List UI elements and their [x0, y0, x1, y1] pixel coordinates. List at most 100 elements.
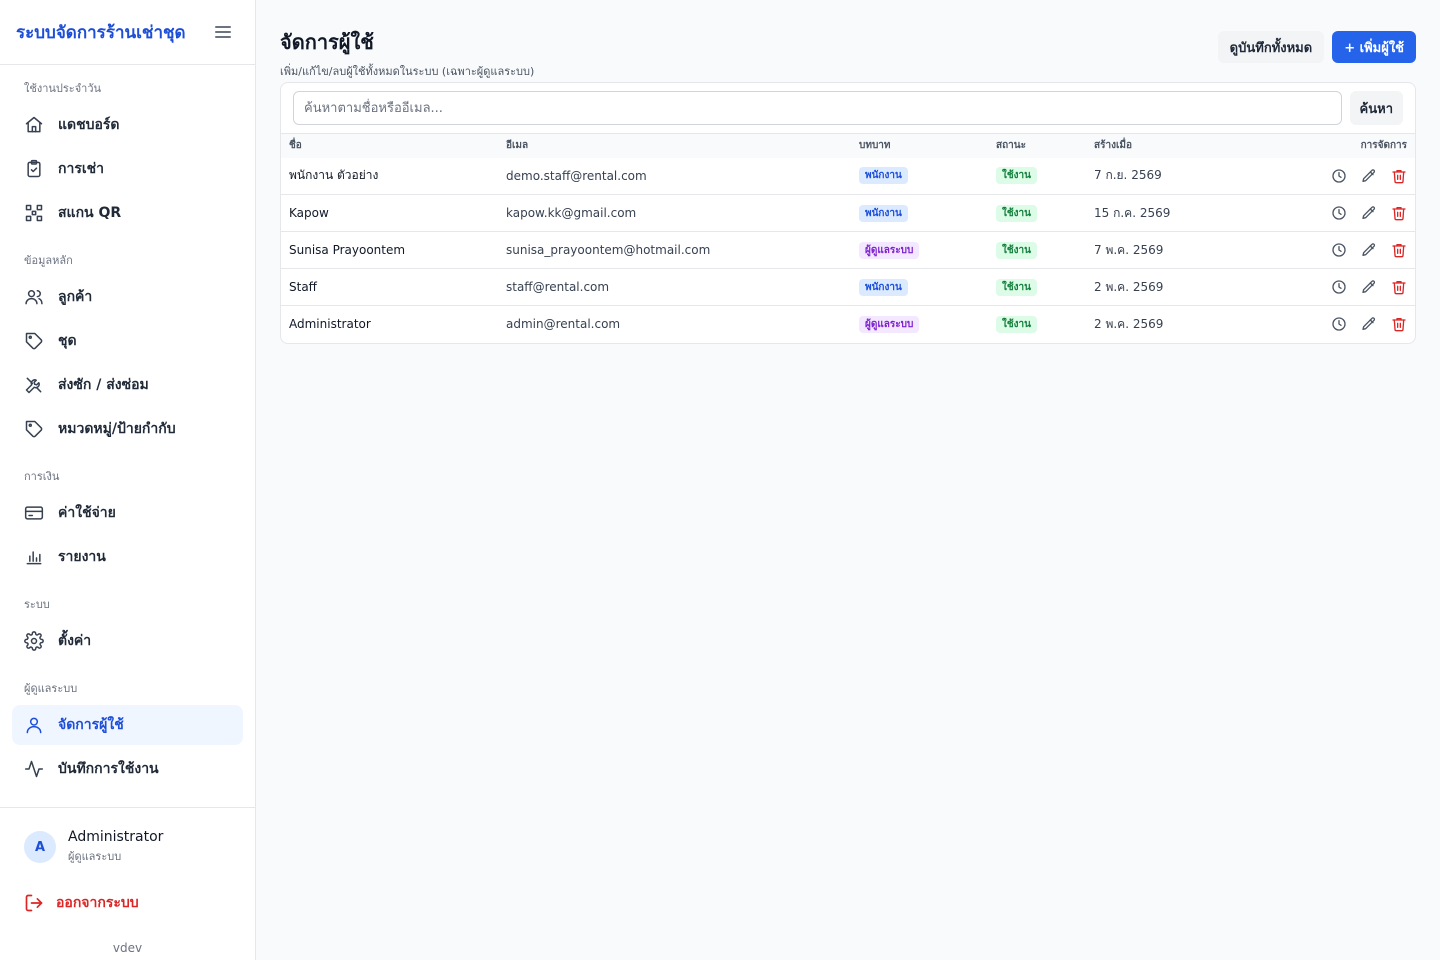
current-user: A Administrator ผู้ดูแลระบบ: [0, 808, 255, 886]
edit-icon: [1362, 317, 1376, 331]
nav-section-label: ใช้งานประจำวัน: [24, 82, 102, 95]
home-icon: [25, 116, 43, 133]
user-email-cell: admin@rental.com: [498, 305, 851, 343]
history-button[interactable]: [1331, 242, 1347, 258]
status-cell: ใช้งาน: [988, 268, 1086, 306]
sidebar-item-0-1[interactable]: การเช่า: [12, 149, 243, 189]
history-button[interactable]: [1331, 205, 1347, 221]
delete-button[interactable]: [1391, 205, 1407, 221]
qr-icon: [25, 204, 43, 222]
sidebar-item-2-0[interactable]: ค่าใช้จ่าย: [12, 493, 243, 533]
users-icon: [25, 290, 43, 305]
sidebar-item-0-0[interactable]: แดชบอร์ด: [12, 105, 243, 145]
trash-icon: [1392, 244, 1406, 258]
role-cell: ผู้ดูแลระบบ: [851, 231, 988, 269]
delete-button[interactable]: [1391, 242, 1407, 258]
header-actions: ดูบันทึกทั้งหมด + เพิ่มผู้ใช้: [1217, 31, 1416, 63]
edit-button[interactable]: [1361, 242, 1377, 258]
header-actions: การจัดการ: [1360, 140, 1407, 152]
created-cell: 2 พ.ค. 2569: [1086, 268, 1266, 306]
history-icon: [1332, 280, 1346, 294]
history-icon: [1332, 169, 1346, 183]
history-button[interactable]: [1331, 316, 1347, 332]
tools-icon: [25, 377, 42, 394]
main-content: จัดการผู้ใช้ เพิ่ม/แก้ไข/ลบผู้ใช้ทั้งหมด…: [256, 0, 1440, 960]
users-card: ค้นหา ชื่อ อีเมล บทบาท สถานะ สร้างเมื่อ …: [280, 82, 1416, 344]
history-button[interactable]: [1331, 168, 1347, 184]
nav-section-label: การเงิน: [24, 470, 60, 483]
role-badge: ผู้ดูแลระบบ: [859, 315, 920, 333]
nav-item-label: ส่งซัก / ส่งซ่อม: [58, 377, 149, 393]
edit-button[interactable]: [1361, 279, 1377, 295]
view-logs-button[interactable]: ดูบันทึกทั้งหมด: [1217, 31, 1325, 63]
sidebar-item-1-0[interactable]: ลูกค้า: [12, 277, 243, 317]
search-input[interactable]: [293, 91, 1342, 125]
menu-toggle-icon[interactable]: [215, 26, 231, 38]
nav-item-label: ลูกค้า: [58, 289, 93, 305]
edit-button[interactable]: [1361, 205, 1377, 221]
edit-icon: [1362, 206, 1376, 219]
table-row: Administrator admin@rental.com ผู้ดูแลระ…: [281, 305, 1415, 343]
nav-section-label: ผู้ดูแลระบบ: [24, 682, 78, 695]
nav-section-label: ข้อมูลหลัก: [24, 254, 73, 267]
avatar: A: [24, 831, 56, 863]
created-cell: 7 พ.ค. 2569: [1086, 231, 1266, 269]
created-cell: 7 ก.ย. 2569: [1094, 168, 1162, 183]
nav-item-label: บันทึกการใช้งาน: [58, 761, 159, 777]
edit-button[interactable]: [1361, 168, 1377, 184]
header-role: บทบาท: [859, 140, 891, 152]
tag-icon: [25, 332, 43, 350]
created-cell: 15 ก.ค. 2569: [1086, 194, 1266, 232]
role-badge: พนักงาน: [859, 167, 908, 185]
header-status: สถานะ: [996, 140, 1026, 152]
edit-button[interactable]: [1361, 316, 1377, 332]
role-badge: พนักงาน: [859, 204, 908, 222]
delete-button[interactable]: [1391, 279, 1407, 295]
header-created: สร้างเมื่อ: [1094, 140, 1132, 152]
sidebar-item-0-2[interactable]: สแกน QR: [12, 193, 243, 233]
header-email: อีเมล: [506, 140, 529, 152]
sidebar-item-1-2[interactable]: ส่งซัก / ส่งซ่อม: [12, 365, 243, 405]
sidebar-item-1-1[interactable]: ชุด: [12, 321, 243, 361]
trash-icon: [1392, 169, 1406, 184]
user-email-cell: demo.staff@rental.com: [506, 168, 647, 183]
search-bar: ค้นหา: [281, 83, 1415, 133]
trash-icon: [1392, 318, 1406, 332]
role-badge: พนักงาน: [859, 278, 908, 296]
delete-button[interactable]: [1391, 316, 1407, 332]
actions-cell: [1266, 194, 1415, 232]
header-name: ชื่อ: [289, 140, 302, 152]
page-title: จัดการผู้ใช้: [280, 30, 374, 54]
edit-icon: [1362, 280, 1376, 293]
credit-card-icon: [24, 506, 44, 520]
user-name: Administrator: [68, 829, 164, 845]
status-cell: ใช้งาน: [988, 194, 1086, 232]
add-user-button[interactable]: + เพิ่มผู้ใช้: [1332, 31, 1416, 63]
search-button[interactable]: ค้นหา: [1349, 91, 1403, 125]
user-name-cell: Kapow: [281, 194, 498, 232]
edit-icon: [1362, 169, 1376, 182]
nav-item-label: สแกน QR: [58, 205, 122, 221]
nav-item-label: ค่าใช้จ่าย: [58, 505, 116, 521]
nav-item-label: จัดการผู้ใช้: [58, 717, 124, 733]
sidebar-item-3-0[interactable]: ตั้งค่า: [12, 621, 243, 661]
actions-cell: [1266, 268, 1415, 306]
gear-icon: [24, 631, 44, 651]
history-icon: [1332, 317, 1346, 331]
sidebar-item-1-3[interactable]: หมวดหมู่/ป้ายกำกับ: [12, 409, 243, 449]
history-button[interactable]: [1331, 279, 1347, 295]
user-icon: [26, 717, 42, 734]
sidebar-item-4-1[interactable]: บันทึกการใช้งาน: [12, 749, 243, 789]
status-badge: ใช้งาน: [996, 241, 1038, 259]
user-name-cell: พนักงาน ตัวอย่าง: [289, 168, 379, 183]
delete-button[interactable]: [1391, 168, 1407, 184]
user-name-cell: Staff: [281, 268, 498, 306]
logout-button[interactable]: ออกจากระบบ: [0, 886, 255, 920]
sidebar-item-4-0[interactable]: จัดการผู้ใช้: [12, 705, 243, 745]
status-badge: ใช้งาน: [996, 167, 1038, 185]
app-title: ระบบจัดการร้านเช่าชุด: [16, 22, 186, 43]
nav-item-label: การเช่า: [58, 161, 105, 177]
role-cell: พนักงาน: [851, 194, 988, 232]
history-icon: [1332, 243, 1346, 257]
sidebar-item-2-1[interactable]: รายงาน: [12, 537, 243, 577]
